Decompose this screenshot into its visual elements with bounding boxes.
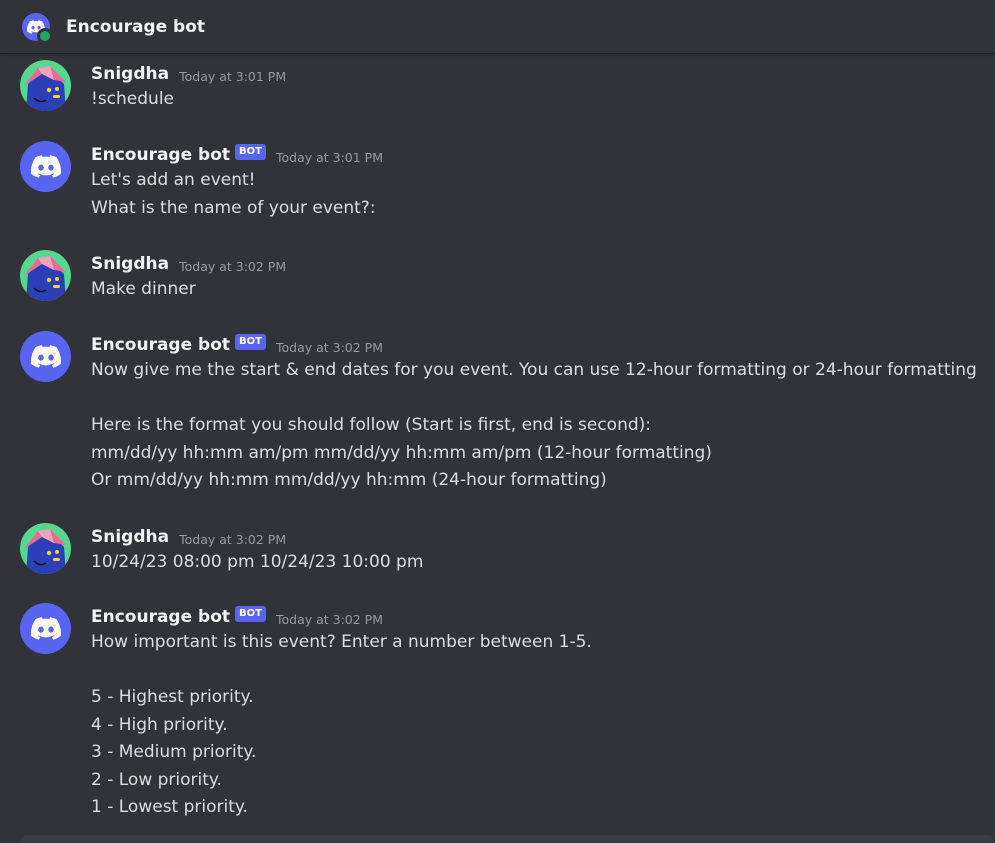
message-item: Encourage bot BOT Today at 3:01 PM Let's… xyxy=(0,141,995,222)
message-timestamp[interactable]: Today at 3:02 PM xyxy=(179,532,286,547)
message-text: Let's add an event! xyxy=(91,170,256,190)
message-text: Make dinner xyxy=(91,279,196,299)
user-avatar[interactable] xyxy=(20,523,71,574)
discord-logo-icon xyxy=(31,155,61,178)
message-content: Encourage bot BOT Today at 3:01 PM Let's… xyxy=(91,141,383,222)
message-text: 1 - Lowest priority. xyxy=(91,797,248,817)
bot-avatar[interactable] xyxy=(20,331,71,382)
user-avatar[interactable] xyxy=(20,250,71,301)
online-status-icon xyxy=(37,27,53,44)
author-name[interactable]: Snigdha xyxy=(91,64,169,84)
bot-tag-badge: BOT xyxy=(235,606,266,622)
bot-tag-badge: BOT xyxy=(235,144,266,160)
message-text-blank xyxy=(91,385,977,413)
channel-header: Encourage bot xyxy=(0,0,995,54)
message-content: Snigdha Today at 3:02 PM 10/24/23 08:00 … xyxy=(91,523,423,577)
message-list[interactable]: Snigdha Today at 3:01 PM !schedule Encou… xyxy=(0,54,995,843)
message-content: Encourage bot BOT Today at 3:02 PM Now g… xyxy=(91,331,977,495)
message-text: 10/24/23 08:00 pm 10/24/23 10:00 pm xyxy=(91,552,424,572)
message-text: How important is this event? Enter a num… xyxy=(91,632,592,652)
message-text: Here is the format you should follow (St… xyxy=(91,415,652,435)
discord-logo-icon xyxy=(31,617,61,640)
message-composer[interactable] xyxy=(20,835,995,843)
bot-avatar[interactable] xyxy=(20,141,71,192)
message-timestamp[interactable]: Today at 3:01 PM xyxy=(179,69,286,84)
message-text: 5 - Highest priority. xyxy=(91,687,254,707)
message-timestamp[interactable]: Today at 3:02 PM xyxy=(276,340,383,355)
message-item: Encourage bot BOT Today at 3:02 PM How i… xyxy=(0,603,995,822)
message-content: Encourage bot BOT Today at 3:02 PM How i… xyxy=(91,603,592,822)
bot-avatar-header[interactable] xyxy=(22,12,53,44)
message-text: 2 - Low priority. xyxy=(91,769,222,790)
message-timestamp[interactable]: Today at 3:02 PM xyxy=(276,612,383,627)
user-avatar-image xyxy=(20,523,71,574)
channel-title: Encourage bot xyxy=(66,16,206,37)
bot-avatar[interactable] xyxy=(20,603,71,654)
message-item: Snigdha Today at 3:02 PM Make dinner xyxy=(0,250,995,304)
author-name[interactable]: Snigdha xyxy=(91,527,169,547)
message-text: 4 - High priority. xyxy=(91,714,228,735)
message-text-blank xyxy=(91,657,592,685)
user-avatar-image xyxy=(20,60,71,111)
message-text: mm/dd/yy hh:mm am/pm mm/dd/yy hh:mm am/p… xyxy=(91,442,712,463)
message-text: Now give me the start & end dates for yo… xyxy=(91,360,977,380)
message-timestamp[interactable]: Today at 3:01 PM xyxy=(276,150,383,165)
user-avatar-image xyxy=(20,250,71,301)
author-name[interactable]: Encourage bot xyxy=(91,145,230,165)
author-name[interactable]: Encourage bot xyxy=(91,607,230,627)
message-text: What is the name of your event?: xyxy=(91,197,376,218)
discord-logo-icon xyxy=(31,345,61,368)
message-item: Snigdha Today at 3:02 PM 10/24/23 08:00 … xyxy=(0,523,995,577)
author-name[interactable]: Encourage bot xyxy=(91,335,230,355)
message-text: Or mm/dd/yy hh:mm mm/dd/yy hh:mm (24-hou… xyxy=(91,470,607,490)
message-content: Snigdha Today at 3:02 PM Make dinner xyxy=(91,250,286,304)
message-item: Encourage bot BOT Today at 3:02 PM Now g… xyxy=(0,331,995,495)
message-text: !schedule xyxy=(91,89,174,109)
message-timestamp[interactable]: Today at 3:02 PM xyxy=(179,259,286,274)
message-text: 3 - Medium priority. xyxy=(91,742,257,762)
message-item: Snigdha Today at 3:01 PM !schedule xyxy=(0,60,995,114)
author-name[interactable]: Snigdha xyxy=(91,254,169,274)
message-content: Snigdha Today at 3:01 PM !schedule xyxy=(91,60,286,114)
user-avatar[interactable] xyxy=(20,60,71,111)
bot-tag-badge: BOT xyxy=(235,334,266,350)
